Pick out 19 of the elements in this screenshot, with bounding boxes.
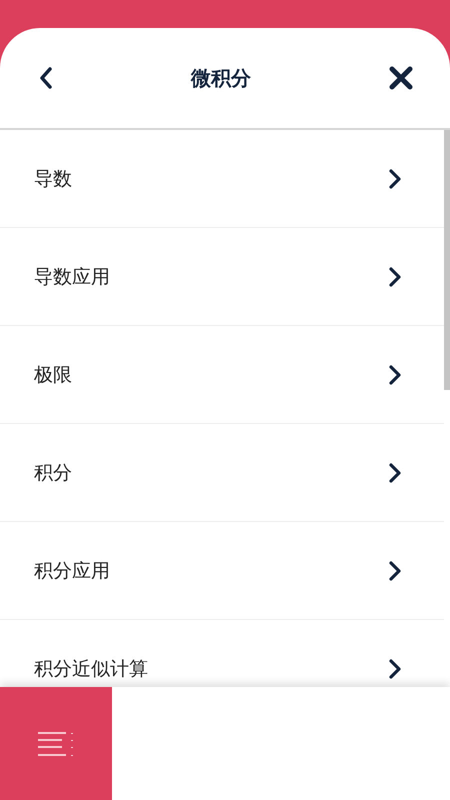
back-icon[interactable]: [38, 66, 54, 90]
item-label: 极限: [34, 362, 72, 388]
item-label: 导数: [34, 166, 72, 192]
chevron-icon: [388, 364, 402, 386]
chevron-icon: [388, 560, 402, 582]
close-icon[interactable]: [388, 65, 414, 91]
item-label: 积分近似计算: [34, 656, 148, 682]
menu-icon: [38, 730, 74, 758]
list-item[interactable]: 积分: [0, 424, 444, 522]
scrollbar[interactable]: [444, 130, 450, 390]
item-label: 积分: [34, 460, 72, 486]
item-label: 导数应用: [34, 264, 110, 290]
chevron-icon: [388, 168, 402, 190]
chevron-icon: [388, 462, 402, 484]
list-item[interactable]: 积分应用: [0, 522, 444, 620]
item-label: 积分应用: [34, 558, 110, 584]
page-title: 微积分: [191, 64, 251, 92]
chevron-icon: [388, 658, 402, 680]
chevron-icon: [388, 266, 402, 288]
